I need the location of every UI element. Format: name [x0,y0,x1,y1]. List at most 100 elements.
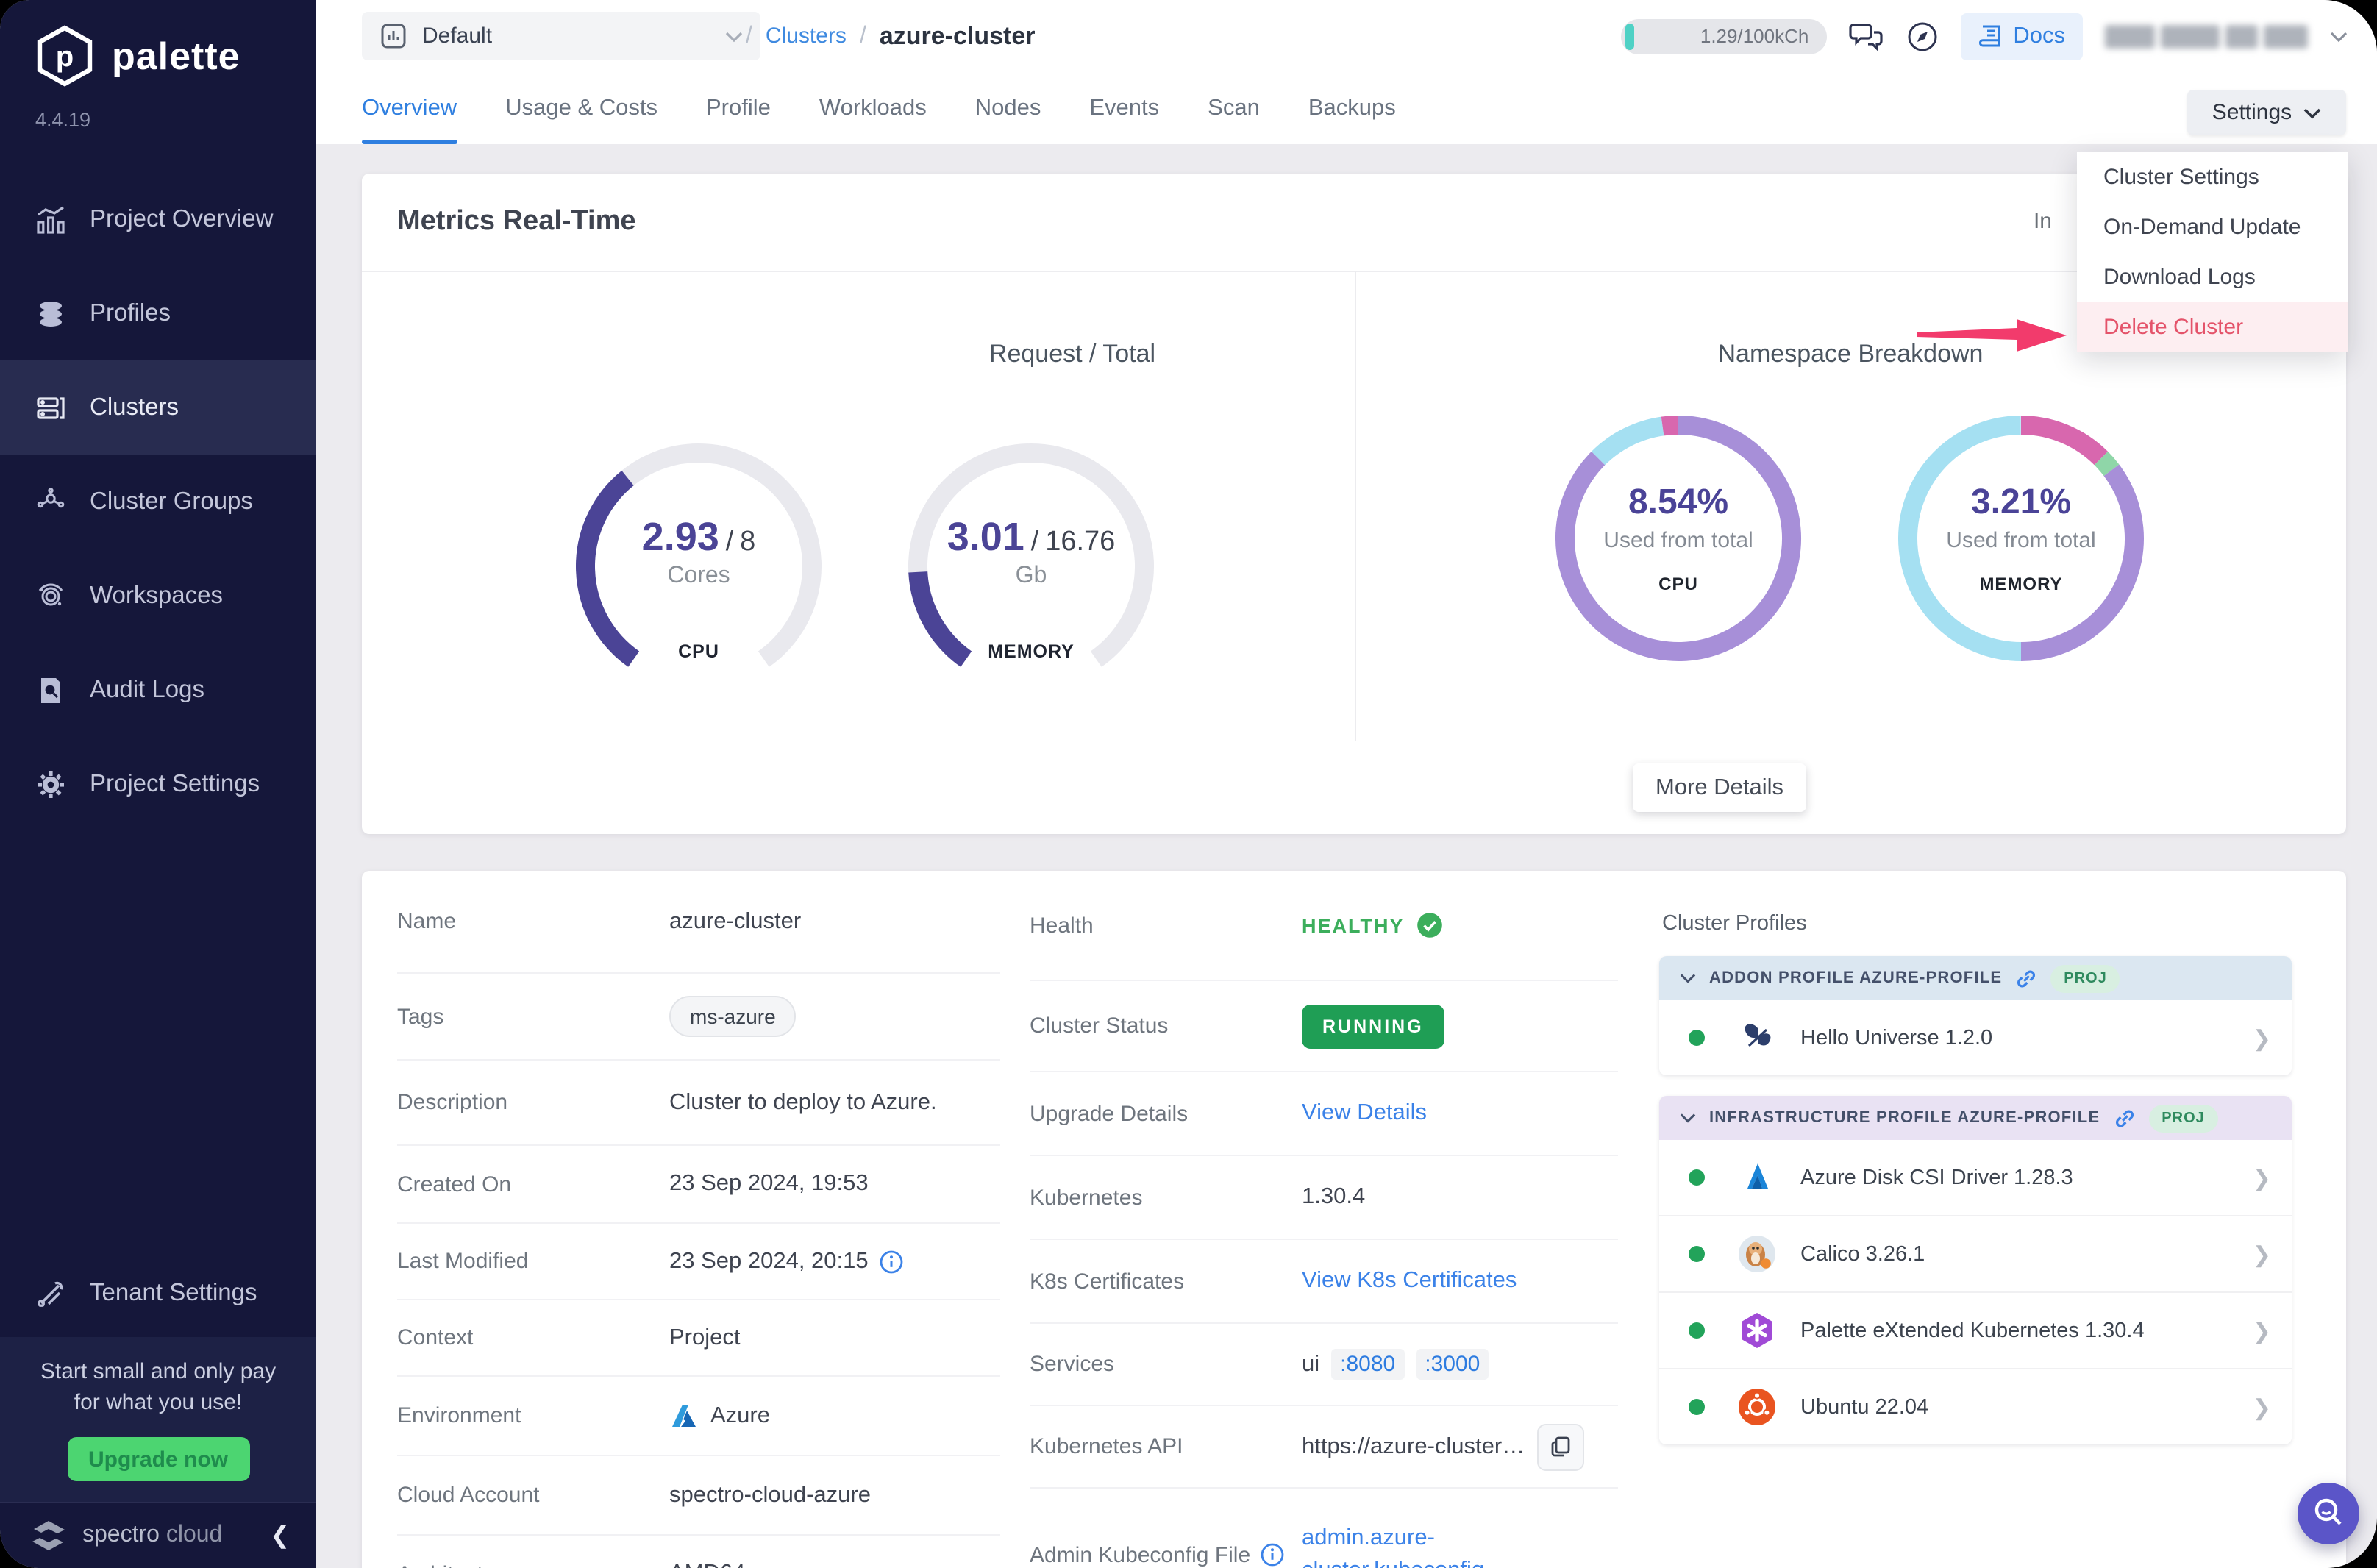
sidebar-item-audit-logs[interactable]: Audit Logs [0,643,316,737]
tab-overview[interactable]: Overview [362,72,457,144]
ubuntu-icon [1737,1387,1777,1427]
menu-item-download-logs[interactable]: Download Logs [2077,252,2348,302]
sidebar-item-tenant-settings[interactable]: Tenant Settings [0,1251,316,1336]
sidebar-item-cluster-groups[interactable]: Cluster Groups [0,455,316,549]
menu-item-delete-cluster[interactable]: Delete Cluster [2077,302,2348,352]
detail-row-created-on: Created On 23 Sep 2024, 19:53 [397,1146,1000,1224]
info-icon[interactable] [880,1250,904,1273]
user-name-redacted[interactable] [2105,24,2308,48]
created-on-value: 23 Sep 2024, 19:53 [669,1171,869,1197]
profile-layer-row[interactable]: Azure Disk CSI Driver 1.28.3 ❯ [1659,1140,2292,1216]
project-selector[interactable]: Default [362,12,760,60]
profile-layer-row[interactable]: Calico 3.26.1 ❯ [1659,1216,2292,1293]
sidebar-footer: spectro cloud ❮ [0,1502,316,1568]
sidebar-item-label: Workspaces [90,582,223,610]
view-k8s-certificates-link[interactable]: View K8s Certificates [1302,1268,1517,1294]
usage-progress-indicator [1625,23,1633,49]
brand: p palette [0,0,316,88]
chevron-right-icon: ❯ [2253,1241,2271,1267]
settings-button[interactable]: Settings [2187,90,2346,135]
addon-profile-header[interactable]: ADDON PROFILE AZURE-PROFILE PROJ [1659,956,2292,1000]
menu-item-on-demand-update[interactable]: On-Demand Update [2077,202,2348,252]
user-menu-chevron-icon[interactable] [2330,30,2348,42]
detail-label: Services [1030,1352,1302,1377]
sidebar-item-project-overview[interactable]: Project Overview [0,172,316,266]
sidebar-item-project-settings[interactable]: Project Settings [0,737,316,831]
info-icon[interactable] [1261,1543,1284,1567]
cpu-gauge-text: 2.93 / 8 Cores [574,515,824,590]
profile-layer-row[interactable]: Hello Universe 1.2.0 ❯ [1659,1000,2292,1075]
detail-label: Name [397,909,669,934]
namespace-memory-text: 3.21% Used from total MEMORY [1896,482,2146,594]
tab-scan[interactable]: Scan [1208,72,1260,144]
promo-text-line1: Start small and only pay [15,1355,302,1388]
check-circle-icon [1416,912,1443,938]
namespace-cpu-percent: 8.54% [1553,482,1803,524]
tab-backups[interactable]: Backups [1308,72,1396,144]
infrastructure-profile-header[interactable]: INFRASTRUCTURE PROFILE AZURE-PROFILE PRO… [1659,1096,2292,1140]
settings-button-label: Settings [2212,100,2292,125]
sidebar-item-clusters[interactable]: Clusters [0,360,316,455]
sidebar-item-workspaces[interactable]: Workspaces [0,549,316,643]
description-value: Cluster to deploy to Azure. [669,1089,937,1116]
upgrade-now-button[interactable]: Upgrade now [67,1437,249,1481]
view-details-link[interactable]: View Details [1302,1100,1427,1127]
detail-row-environment: Environment Azure [397,1377,1000,1456]
tab-profile[interactable]: Profile [706,72,771,144]
palette-logo-icon: p [32,24,97,88]
detail-row-k8s-certificates: K8s Certificates View K8s Certificates [1030,1240,1618,1324]
gear-icon [35,769,66,799]
detail-row-name: Name azure-cluster [397,871,1000,974]
proj-scope-badge: PROJ [2050,964,2120,992]
search-fab-button[interactable] [2298,1483,2359,1544]
sidebar-item-label: Audit Logs [90,676,204,704]
sidebar-collapse-button[interactable]: ❮ [270,1521,290,1550]
chat-icon[interactable] [1848,20,1884,52]
service-port-link[interactable]: :8080 [1331,1349,1404,1380]
link-icon [2113,1107,2135,1129]
detail-label: Kubernetes API [1030,1434,1302,1459]
chevron-down-icon [1680,1112,1696,1124]
palette-extended-kubernetes-icon [1737,1311,1777,1350]
sidebar-item-label: Project Settings [90,770,260,798]
docs-button[interactable]: Docs [1960,13,2083,60]
detail-row-kubernetes: Kubernetes 1.30.4 [1030,1156,1618,1240]
detail-label: Upgrade Details [1030,1101,1302,1126]
azure-icon [669,1401,699,1430]
copy-button[interactable] [1537,1423,1584,1470]
copy-icon [1550,1436,1571,1458]
cluster-name-value: azure-cluster [669,908,801,935]
breadcrumb-clusters-link[interactable]: Clusters [766,24,847,49]
sidebar-item-profiles[interactable]: Profiles [0,266,316,360]
tab-nodes[interactable]: Nodes [975,72,1041,144]
status-dot [1689,1399,1705,1415]
layers-icon [35,298,66,329]
detail-label: Cloud Account [397,1483,669,1508]
footer-brand-secondary: cloud [166,1522,223,1547]
menu-item-cluster-settings[interactable]: Cluster Settings [2077,152,2348,202]
book-icon [1978,23,2003,49]
sidebar-item-label: Project Overview [90,205,273,233]
memory-total-value: 16.76 [1045,527,1115,557]
tab-workloads[interactable]: Workloads [819,72,927,144]
memory-gauge-separator: / [1031,527,1039,557]
detail-label: Created On [397,1172,669,1197]
profile-layer-row[interactable]: Palette eXtended Kubernetes 1.30.4 ❯ [1659,1293,2292,1369]
topbar-actions: 1.29/100kCh [1620,0,2348,72]
spectro-cloud-logo-icon [29,1518,68,1553]
tab-events[interactable]: Events [1089,72,1159,144]
settings-dropdown-menu: Cluster Settings On-Demand Update Downlo… [2077,152,2348,352]
detail-label: Health [1030,913,1302,938]
more-details-button[interactable]: More Details [1633,763,1806,812]
tab-usage-costs[interactable]: Usage & Costs [505,72,657,144]
kubeconfig-download-link[interactable]: admin.azure-cluster.kubeconfig [1302,1523,1522,1568]
detail-row-cluster-status: Cluster Status RUNNING [1030,981,1618,1072]
infrastructure-profile-name: INFRASTRUCTURE PROFILE AZURE-PROFILE [1709,1109,2100,1127]
service-port-link[interactable]: :3000 [1416,1349,1489,1380]
hello-universe-icon [1737,1018,1777,1058]
topbar: Default / Clusters / azure-cluster 1.29/… [316,0,2377,72]
project-selector-value: Default [422,24,492,49]
profile-layer-row[interactable]: Ubuntu 22.04 ❯ [1659,1369,2292,1444]
details-column-left: Name azure-cluster Tags ms-azure Descrip… [397,871,1000,1568]
compass-icon[interactable] [1906,20,1938,52]
